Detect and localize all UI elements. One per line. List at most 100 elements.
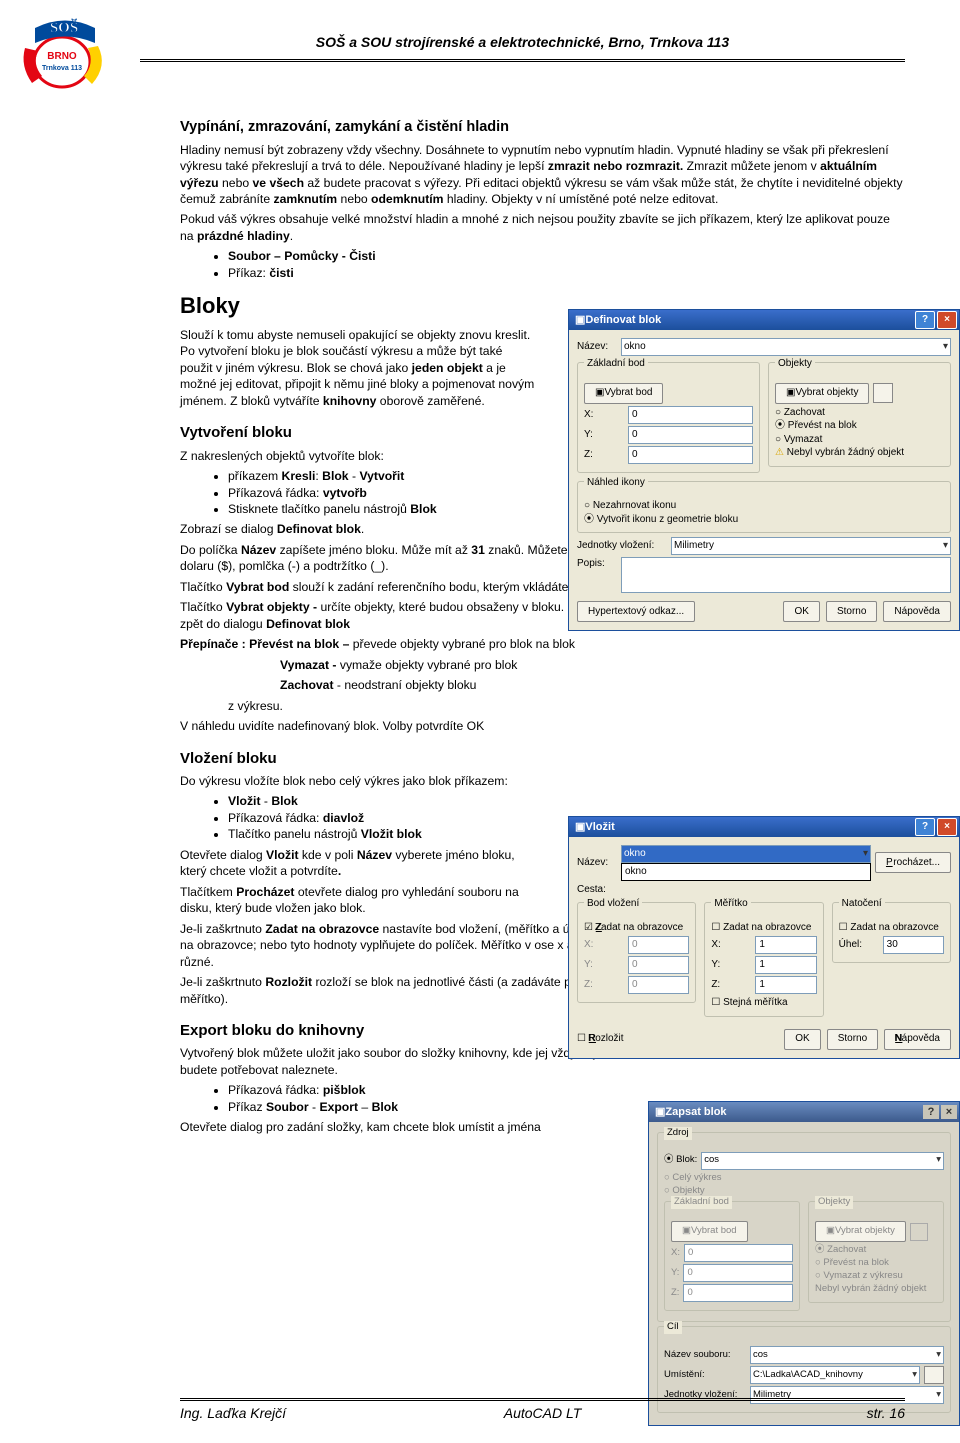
bullet-list: Soubor – Pomůcky - Čisti Příkaz: čisti — [180, 248, 905, 281]
y-input[interactable]: 0 — [628, 426, 753, 444]
x-input[interactable]: 0 — [628, 406, 753, 424]
label: Cesta: — [577, 883, 606, 897]
angle-input[interactable]: 30 — [883, 936, 944, 954]
close-icon[interactable]: × — [937, 818, 957, 836]
description-textarea[interactable] — [621, 557, 951, 593]
pick-point-button: ▣ Vybrat bod — [671, 1221, 748, 1242]
svg-text:Trnkova 113: Trnkova 113 — [42, 65, 82, 72]
scale-z-input[interactable]: 1 — [755, 976, 816, 994]
list-item: Příkazová řádka: diavlož — [228, 810, 535, 826]
warning-text: Nebyl vybrán žádný objekt — [775, 446, 944, 460]
scale-y-input[interactable]: 1 — [755, 956, 816, 974]
location-select[interactable]: C:\Ladka\ACAD_knihovny — [750, 1366, 920, 1384]
check-onscreen-1[interactable]: ZZadat na obrazovce — [584, 921, 689, 935]
paragraph: V náhledu uvidíte nadefinovaný blok. Vol… — [180, 718, 535, 734]
pick-point-button[interactable]: ▣ Vybrat bod — [584, 383, 663, 404]
close-icon[interactable]: × — [941, 1105, 957, 1119]
help-button[interactable]: Nápověda — [883, 601, 951, 622]
school-logo: BRNO Trnkova 113 SOŠ — [10, 18, 120, 96]
paragraph: Z nakreslených objektů vytvoříte blok: — [180, 448, 535, 464]
list-item: Příkaz Soubor - Export – Blok — [228, 1099, 620, 1115]
dialog-title: Definovat blok — [585, 313, 661, 328]
quick-select-icon[interactable] — [873, 383, 893, 403]
help-button[interactable]: NNápověda — [884, 1029, 951, 1050]
list-item: Příkaz: čisti — [228, 265, 905, 281]
paragraph: Vymazat - vymaže objekty vybrané pro blo… — [180, 657, 905, 673]
filename-select[interactable]: cos — [750, 1346, 944, 1364]
label: Popis: — [577, 557, 617, 571]
quick-select-icon — [910, 1223, 928, 1241]
check-onscreen-3[interactable]: Zadat na obrazovce — [839, 921, 944, 935]
section-title-vytvoreni: Vytvoření bloku — [180, 423, 535, 443]
ok-button[interactable]: OK — [784, 1029, 820, 1050]
radio-blok[interactable]: Blok: — [664, 1154, 697, 1167]
dialog-titlebar: ▣ Vložit ? × — [569, 817, 959, 837]
list-item: Vložit - Blok — [228, 793, 535, 809]
dialog-icon: ▣ — [575, 820, 585, 835]
browse-folder-icon[interactable] — [924, 1366, 944, 1384]
paragraph: Hladiny nemusí být zobrazeny vždy všechn… — [180, 142, 905, 208]
list-item: Tlačítko panelu nástrojů Vložit blok — [228, 826, 535, 842]
close-icon[interactable]: × — [937, 311, 957, 329]
svg-text:SOŠ: SOŠ — [50, 19, 78, 36]
radio-delete[interactable]: Vymazat — [775, 433, 944, 447]
check-explode[interactable]: RRozložit — [577, 1032, 624, 1046]
header-rule — [140, 59, 905, 62]
section-title-export: Export bloku do knihovny — [180, 1021, 620, 1041]
z-input[interactable]: 0 — [628, 446, 753, 464]
radio-no-icon[interactable]: Nezahrnovat ikonu — [584, 499, 944, 513]
fieldset-title: Náhled ikony — [584, 476, 648, 490]
scale-x-input[interactable]: 1 — [755, 936, 816, 954]
bullet-list: příkazem Kresli: Blok - Vytvořit Příkazo… — [180, 468, 535, 517]
list-item: Stisknete tlačítko panelu nástrojů Blok — [228, 501, 535, 517]
bullet-list: Příkazová řádka: pišblok Příkaz Soubor -… — [180, 1082, 620, 1115]
radio-whole[interactable]: Celý výkres — [664, 1172, 944, 1185]
help-icon[interactable]: ? — [923, 1105, 939, 1119]
units-select[interactable]: Milimetry — [671, 537, 951, 555]
dialog-icon: ▣ — [655, 1105, 665, 1120]
figure-vlozit: ▣ Vložit ? × Název: okno okno PProcházet… — [568, 816, 960, 1059]
list-item: Příkazová řádka: vytvořb — [228, 485, 535, 501]
help-icon[interactable]: ? — [915, 818, 935, 836]
paragraph: Zobrazí se dialog Definovat blok. — [180, 521, 535, 537]
radio-keep[interactable]: Zachovat — [775, 406, 944, 420]
fieldset-title: Objekty — [775, 357, 815, 371]
section-title-hladiny: Vypínání, zmrazování, zamykání a čistění… — [180, 118, 905, 138]
bullet-list: Vložit - Blok Příkazová řádka: diavlož T… — [180, 793, 535, 842]
header-school-title: SOŠ a SOU strojírenské a elektrotechnick… — [140, 33, 905, 56]
paragraph: Přepínače : Převést na blok – převede ob… — [180, 636, 905, 652]
paragraph: Tlačítkem Procházet otevřete dialog pro … — [180, 884, 535, 917]
dialog-title: Zapsat blok — [665, 1105, 726, 1120]
figure-zapsat-blok: ▣ Zapsat blok ? × Zdroj Blok:cos Celý vý… — [648, 1101, 960, 1426]
dialog-icon: ▣ — [575, 313, 585, 328]
paragraph: Otevřete dialog pro zadání složky, kam c… — [180, 1119, 620, 1135]
list-item: příkazem Kresli: Blok - Vytvořit — [228, 468, 535, 484]
cancel-button[interactable]: Storno — [826, 601, 877, 622]
select-objects-button[interactable]: ▣ Vybrat objekty — [775, 383, 869, 404]
name-select-open[interactable]: okno okno — [621, 845, 871, 881]
check-uniform[interactable]: Stejná měřítka — [711, 996, 816, 1010]
check-onscreen-2[interactable]: Zadat na obrazovce — [711, 921, 816, 935]
paragraph: z výkresu. — [180, 698, 905, 714]
footer-center: AutoCAD LT — [422, 1404, 664, 1423]
radio-convert[interactable]: Převést na blok — [775, 419, 944, 433]
paragraph: Zachovat - neodstraní objekty bloku — [180, 677, 905, 693]
paragraph: Slouží k tomu abyste nemuseli opakující … — [180, 327, 535, 409]
label: Jednotky vložení: — [577, 539, 667, 553]
block-select[interactable]: cos — [701, 1152, 944, 1170]
cancel-button[interactable]: Storno — [827, 1029, 878, 1050]
section-title-vlozeni: Vložení bloku — [180, 749, 535, 769]
select-objects-button: ▣ Vybrat objekty — [815, 1221, 906, 1242]
radio-create-icon[interactable]: Vytvořit ikonu z geometrie bloku — [584, 513, 944, 527]
footer-author: Ing. Laďka Krejčí — [180, 1404, 422, 1423]
list-item: Soubor – Pomůcky - Čisti — [228, 248, 905, 264]
dialog-titlebar: ▣ Zapsat blok ? × — [649, 1102, 959, 1122]
help-icon[interactable]: ? — [915, 311, 935, 329]
figure-definovat-blok: ▣ Definovat blok ? × Název: okno Základn… — [568, 309, 960, 631]
hyperlink-button[interactable]: Hypertextový odkaz... — [577, 601, 695, 622]
paragraph: Vytvořený blok můžete uložit jako soubor… — [180, 1045, 620, 1078]
ok-button[interactable]: OK — [783, 601, 819, 622]
name-select[interactable]: okno — [621, 338, 951, 356]
footer-page: str. 16 — [663, 1404, 905, 1423]
browse-button[interactable]: PProcházet... — [875, 852, 951, 873]
